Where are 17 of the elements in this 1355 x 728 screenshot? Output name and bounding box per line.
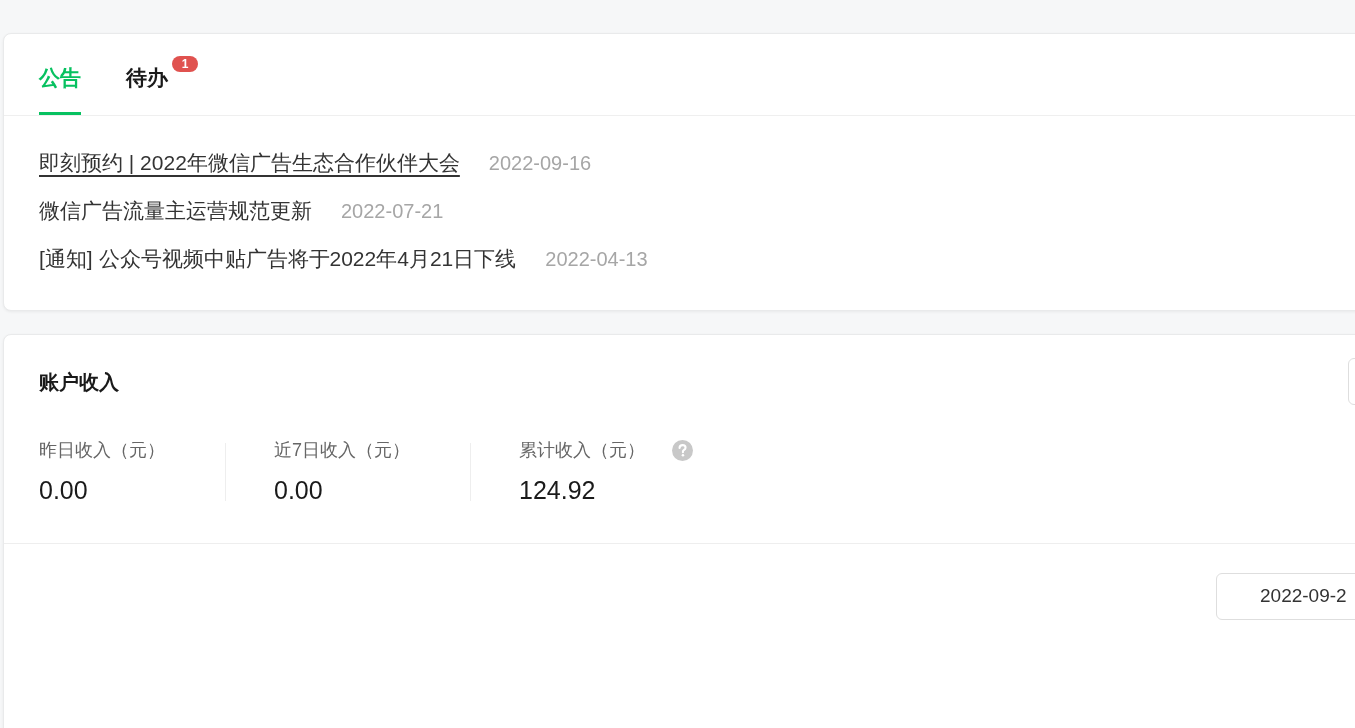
notice-date: 2022-09-16	[488, 151, 592, 176]
section-title: 账户收入	[39, 369, 119, 395]
count-badge: 1	[172, 56, 198, 72]
notice-link[interactable]: 即刻预约 | 2022年微信广告生态合作伙伴大会	[39, 147, 460, 179]
stat-label: 近7日收入（元）	[274, 439, 410, 462]
stat-value: 0.00	[39, 475, 89, 506]
stat-value: 0.00	[274, 475, 324, 506]
notice-date: 2022-07-21	[341, 199, 444, 224]
date-field[interactable]: 2022-09-2	[1216, 573, 1355, 620]
stat-label: 昨日收入（元）	[39, 439, 165, 462]
notice-link[interactable]: [通知] 公众号视频中贴广告将于2022年4月21日下线	[39, 243, 517, 275]
notice-date: 2022-04-13	[545, 247, 648, 272]
stat-value: 124.92	[519, 475, 597, 506]
notice-link[interactable]: 微信广告流量主运营规范更新	[39, 195, 312, 227]
tab[interactable]: 待办	[126, 40, 168, 115]
help-icon[interactable]	[672, 439, 693, 461]
stat-label: 累计收入（元）	[519, 439, 645, 462]
